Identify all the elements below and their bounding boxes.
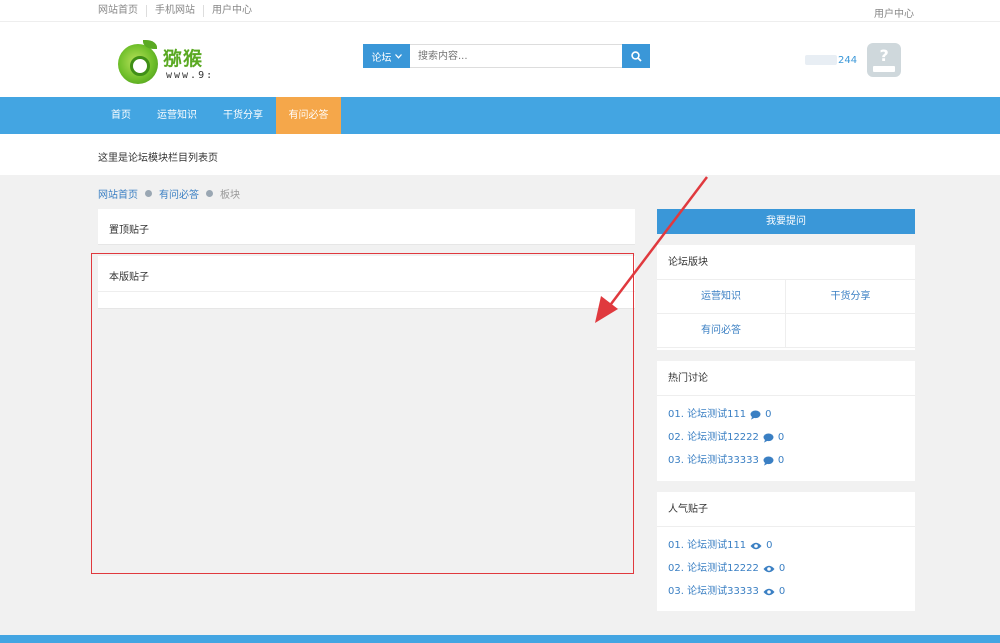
eye-icon [750,542,762,549]
chevron-down-icon [394,53,402,59]
popular-posts-title: 人气贴子 [657,492,915,527]
search-category-label: 论坛 [371,52,392,64]
top-link-home[interactable]: 网站首页 [98,5,146,17]
comment-icon [763,433,774,443]
topic-link[interactable]: 01. 论坛测试111 [668,534,746,557]
reply-count: 0 [777,455,785,466]
board-link-qa[interactable]: 有问必答 [657,314,786,348]
view-count: 0 [778,563,786,574]
comment-icon [763,456,774,466]
forum-boards-title: 论坛版块 [657,245,915,280]
topic-link[interactable]: 02. 论坛测试12222 [668,557,759,580]
forum-boards-box: 论坛版块 运营知识 干货分享 有问必答 [657,245,915,350]
list-item[interactable]: 03. 论坛测试33333 0 [657,449,915,472]
sticky-posts-panel: 置顶贴子 [98,209,635,245]
question-mark-icon: ? [879,46,889,65]
page-subtitle-bar: 这里是论坛模块栏目列表页 [0,134,1000,175]
page-subtitle: 这里是论坛模块栏目列表页 [98,153,218,164]
view-count: 0 [766,540,773,551]
board-link-empty [786,314,915,348]
header: 猕猴 www.9: 论坛 244 ? [0,22,1000,97]
topic-link[interactable]: 02. 论坛测试12222 [668,426,759,449]
hot-discussions-title: 热门讨论 [657,361,915,396]
username-redacted [805,54,837,65]
search-category-select[interactable]: 论坛 [363,44,410,68]
list-item[interactable]: 02. 论坛测试12222 0 [657,426,915,449]
nav-item-qa[interactable]: 有问必答 [276,97,341,134]
topic-link[interactable]: 03. 论坛测试33333 [668,580,759,603]
nav-item-tips[interactable]: 干货分享 [213,97,273,134]
username[interactable]: 244 [805,54,858,66]
breadcrumb-separator-icon [145,190,152,197]
list-item[interactable]: 02. 论坛测试12222 0 [657,557,915,580]
topic-link[interactable]: 03. 论坛测试33333 [668,449,759,472]
reply-count: 0 [777,432,785,443]
top-link-user-center-right[interactable]: 用户中心 [874,5,914,20]
topic-link[interactable]: 01. 论坛测试111 [668,403,746,426]
search-icon [630,50,642,62]
footer-bar [0,635,1000,643]
list-item[interactable]: 01. 论坛测试111 0 [657,534,915,557]
eye-icon [763,588,775,595]
view-count: 0 [778,586,786,597]
breadcrumb-current: 板块 [220,190,240,201]
ask-question-button[interactable]: 我要提问 [657,209,915,234]
board-link-tips[interactable]: 干货分享 [786,280,915,314]
user-info[interactable]: 244 ? [805,42,902,78]
breadcrumb-section[interactable]: 有问必答 [159,186,199,201]
main-nav: 首页 运营知识 干货分享 有问必答 [0,97,1000,134]
logo-url: www.9: [166,70,215,81]
eye-icon [763,565,775,572]
hot-discussions-box: 热门讨论 01. 论坛测试111 0 02. 论坛测试12222 0 03. 论… [657,361,915,481]
avatar-label-icon [873,66,896,72]
forum-boards-grid: 运营知识 干货分享 有问必答 [657,280,915,348]
breadcrumb-home[interactable]: 网站首页 [98,186,138,201]
logo-text: 猕猴 [163,48,204,70]
breadcrumb: 网站首页 有问必答 板块 [98,186,240,201]
search-input[interactable] [410,44,622,68]
search-button[interactable] [622,44,650,68]
hot-discussions-list: 01. 论坛测试111 0 02. 论坛测试12222 0 03. 论坛测试33… [657,396,915,472]
top-link-mobile[interactable]: 手机网站 [146,5,203,17]
reply-count: 0 [765,409,772,420]
list-item[interactable]: 03. 论坛测试33333 0 [657,580,915,603]
top-bar: 网站首页 手机网站 用户中心 用户中心 [0,0,1000,22]
popular-posts-box: 人气贴子 01. 论坛测试111 0 02. 论坛测试12222 0 03. 论… [657,492,915,611]
annotation-highlight-box [91,253,634,574]
popular-posts-list: 01. 论坛测试111 0 02. 论坛测试12222 0 03. 论坛测试33… [657,527,915,603]
top-links: 网站首页 手机网站 用户中心 [98,5,260,17]
sticky-posts-title: 置顶贴子 [109,225,149,236]
board-link-operations[interactable]: 运营知识 [657,280,786,314]
kiwi-logo-icon [118,44,158,84]
nav-item-home[interactable]: 首页 [98,97,144,134]
top-link-user-center[interactable]: 用户中心 [203,5,260,17]
avatar[interactable]: ? [867,43,902,77]
username-suffix: 244 [838,54,858,66]
search-bar: 论坛 [363,44,650,68]
breadcrumb-separator-icon [206,190,213,197]
nav-item-operations[interactable]: 运营知识 [147,97,207,134]
site-logo[interactable]: 猕猴 www.9: [115,40,212,87]
comment-icon [750,410,761,420]
list-item[interactable]: 01. 论坛测试111 0 [657,403,915,426]
